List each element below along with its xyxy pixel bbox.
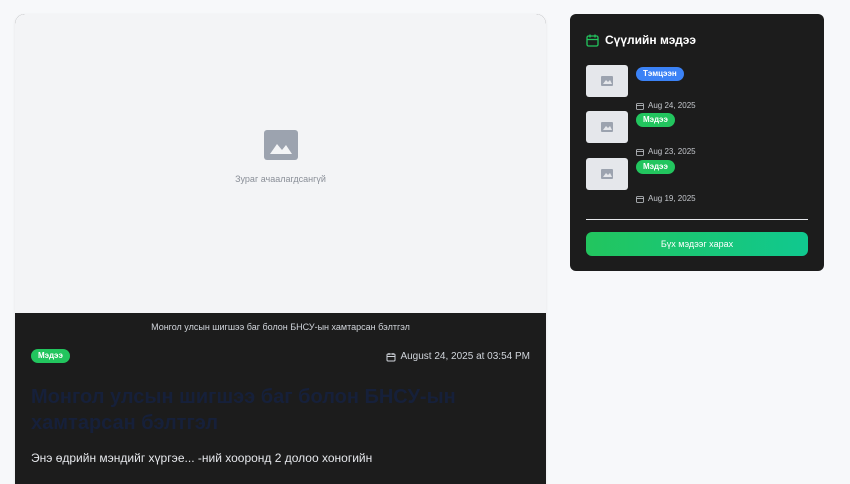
recent-news-panel: Сүүлийн мэдээ Тэмцээн Aug 24, 2025 Мэдээ… — [570, 14, 824, 271]
news-thumbnail — [586, 111, 628, 143]
news-thumbnail — [586, 158, 628, 190]
news-category-badge: Тэмцээн — [636, 67, 684, 81]
news-date: Aug 19, 2025 — [636, 194, 696, 203]
news-item[interactable]: Мэдээ Aug 23, 2025 — [586, 111, 808, 156]
article-date-text: August 24, 2025 at 03:54 PM — [400, 351, 530, 362]
image-icon — [263, 129, 298, 160]
article-card: Зураг ачаалагдсангүй Монгол улсын шигшээ… — [15, 14, 546, 484]
news-item[interactable]: Мэдээ Aug 19, 2025 — [586, 158, 808, 203]
divider — [586, 219, 808, 220]
calendar-icon — [636, 148, 644, 156]
news-category-badge: Мэдээ — [636, 160, 675, 174]
calendar-icon — [586, 34, 599, 47]
news-date-text: Aug 23, 2025 — [648, 147, 696, 156]
calendar-icon — [636, 195, 644, 203]
news-thumbnail — [586, 65, 628, 97]
news-category-badge: Мэдээ — [636, 113, 675, 127]
article-image-placeholder: Зураг ачаалагдсангүй — [15, 14, 546, 313]
image-caption: Монгол улсын шигшээ баг болон БНСУ-ын ха… — [151, 322, 410, 332]
news-item[interactable]: Тэмцээн Aug 24, 2025 — [586, 65, 808, 110]
image-icon — [601, 76, 613, 86]
news-date-text: Aug 24, 2025 — [648, 101, 696, 110]
recent-news-header: Сүүлийн мэдээ — [586, 33, 696, 47]
calendar-icon — [636, 102, 644, 110]
category-badge[interactable]: Мэдээ — [31, 349, 70, 363]
image-icon — [601, 169, 613, 179]
recent-news-title: Сүүлийн мэдээ — [605, 33, 697, 47]
news-date: Aug 24, 2025 — [636, 101, 696, 110]
article-title[interactable]: Монгол улсын шигшээ баг болон БНСУ-ын ха… — [31, 384, 531, 436]
image-placeholder-text: Зураг ачаалагдсангүй — [235, 173, 326, 184]
news-date-text: Aug 19, 2025 — [648, 194, 696, 203]
image-icon — [601, 122, 613, 132]
calendar-icon — [386, 352, 396, 361]
all-news-button[interactable]: Бүх мэдээг харах — [586, 232, 808, 256]
article-date: August 24, 2025 at 03:54 PM — [386, 351, 530, 362]
news-date: Aug 23, 2025 — [636, 147, 696, 156]
article-excerpt: Энэ өдрийн мэндийг хүргэе... -ний хоорон… — [31, 451, 373, 465]
